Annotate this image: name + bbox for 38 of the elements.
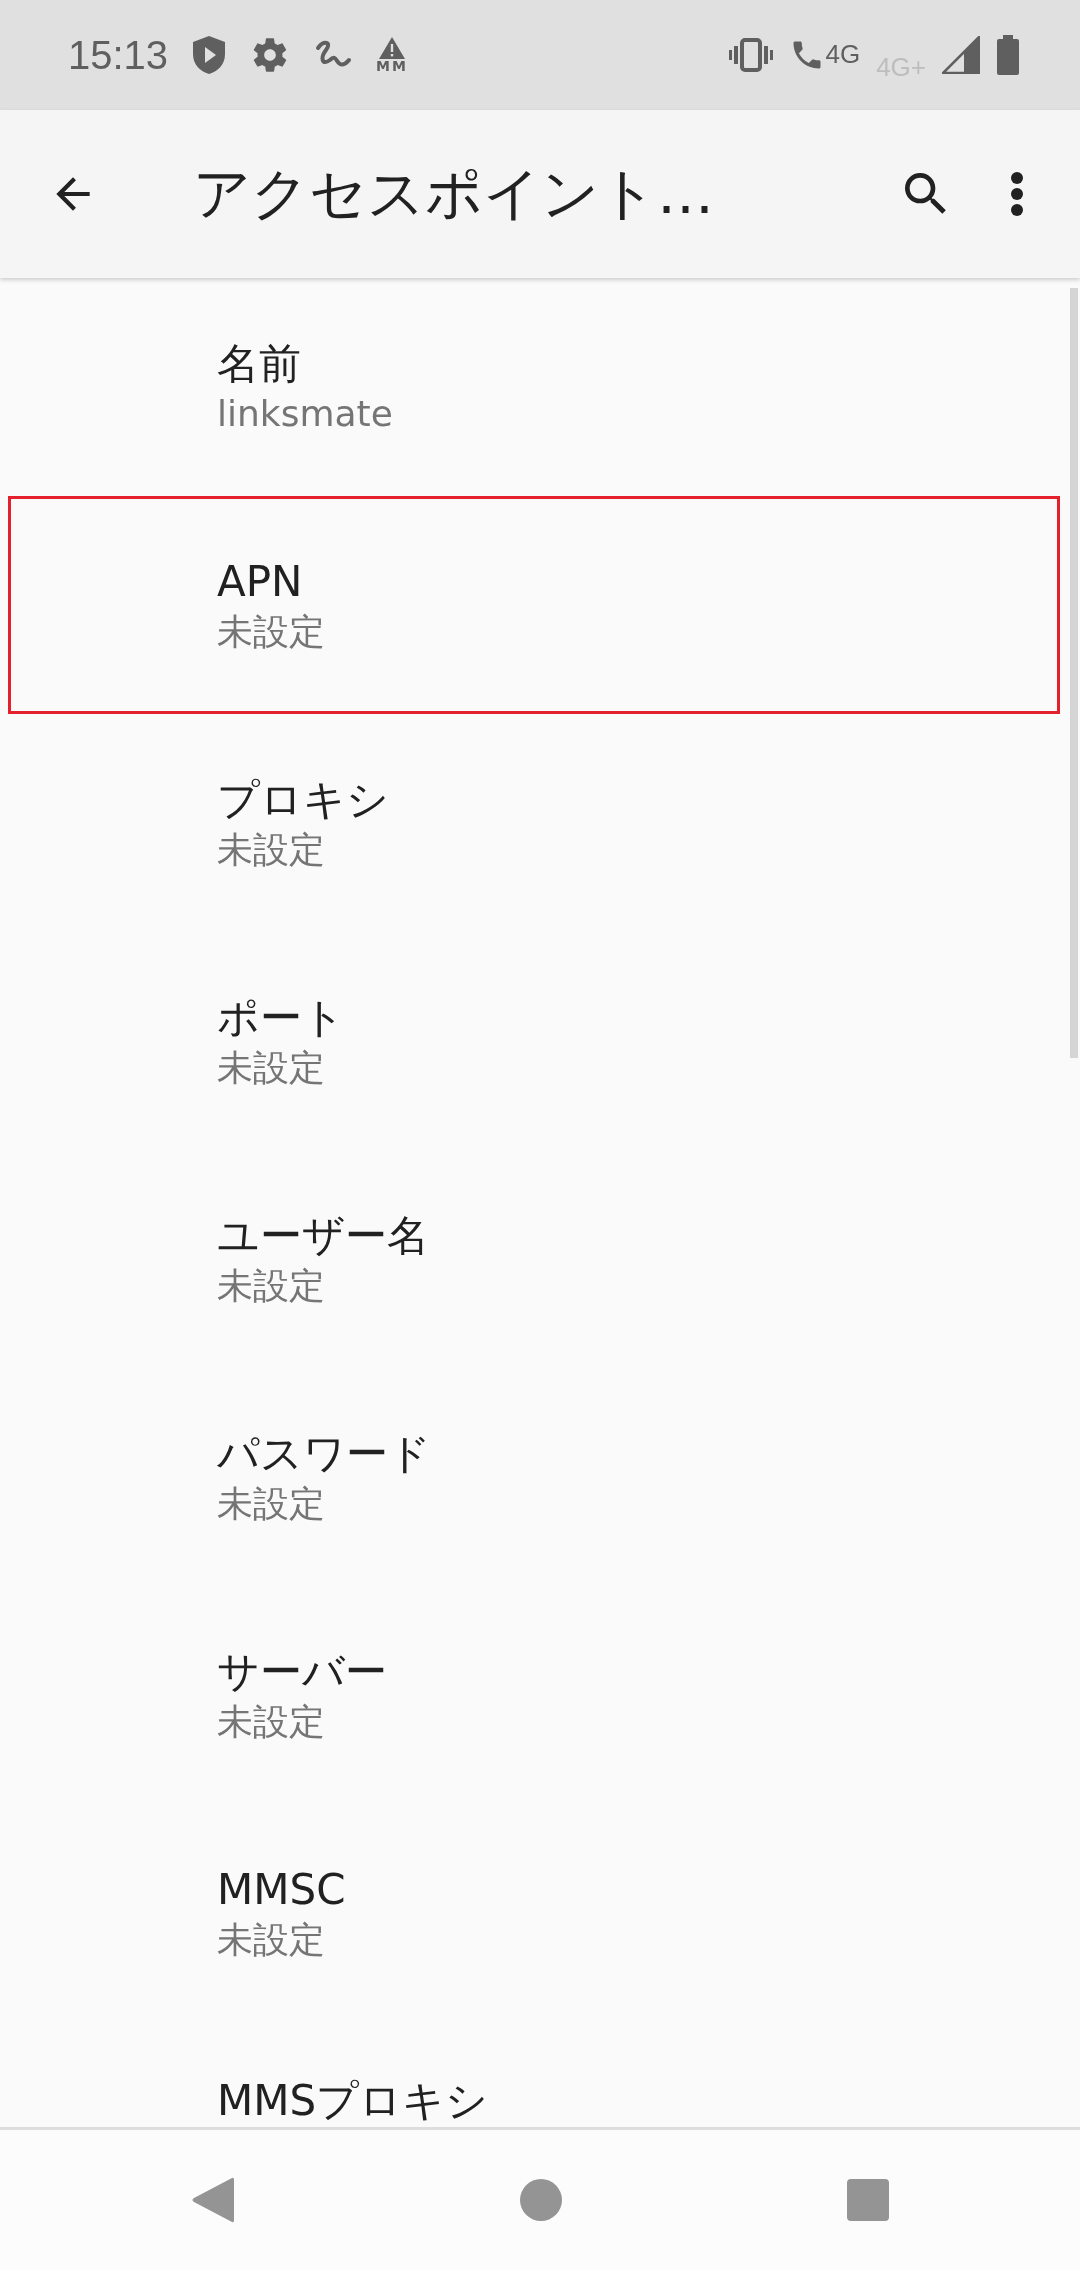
preference-summary: 未設定	[217, 1917, 326, 1962]
recents-button[interactable]	[846, 2178, 891, 2222]
preference-summary: 未設定	[217, 1263, 326, 1308]
preference-summary: 未設定	[217, 1699, 326, 1744]
warning-icon	[379, 37, 406, 59]
shield-icon	[192, 35, 227, 75]
preference-item[interactable]: パスワード 未設定	[8, 1368, 1060, 1586]
more-vert-icon	[1010, 171, 1024, 217]
screen-title: アクセスポイント…	[193, 159, 714, 229]
preference-title: プロキシ	[217, 774, 390, 827]
preference-item[interactable]: サーバー 未設定	[8, 1586, 1060, 1804]
preference-title: パスワード	[217, 1428, 432, 1481]
preference-summary: 未設定	[217, 1481, 326, 1526]
preference-item[interactable]: プロキシ 未設定	[8, 714, 1060, 932]
warning-label: MM	[376, 59, 408, 73]
network-type: 4G	[825, 38, 861, 71]
preference-summary: 未設定	[217, 827, 326, 872]
preference-title: ポート	[217, 992, 346, 1045]
preference-item[interactable]: MMSプロキシ	[8, 2022, 1060, 2127]
preference-summary: 未設定	[217, 1045, 326, 1090]
preference-title: ユーザー名	[217, 1210, 430, 1263]
preference-title: MMSプロキシ	[217, 2075, 490, 2127]
preference-item[interactable]: APN 未設定	[8, 496, 1060, 714]
vibrate-icon	[729, 38, 774, 72]
preference-item[interactable]: ユーザー名 未設定	[8, 1150, 1060, 1368]
preference-title: 名前	[217, 338, 302, 391]
preference-item[interactable]: 名前 linksmate	[8, 278, 1060, 496]
home-button[interactable]	[519, 2178, 563, 2222]
preference-title: APN	[217, 556, 304, 609]
signal-icon	[942, 36, 980, 74]
preference-item[interactable]: ポート 未設定	[8, 932, 1060, 1150]
status-time: 15:13	[68, 32, 169, 79]
preference-title: MMSC	[217, 1864, 347, 1917]
preference-summary: linksmate	[217, 391, 394, 436]
preference-title: サーバー	[217, 1646, 388, 1699]
preference-item[interactable]: MMSC 未設定	[8, 1804, 1060, 2022]
battery-icon	[996, 35, 1020, 75]
preference-summary: 未設定	[217, 609, 326, 654]
